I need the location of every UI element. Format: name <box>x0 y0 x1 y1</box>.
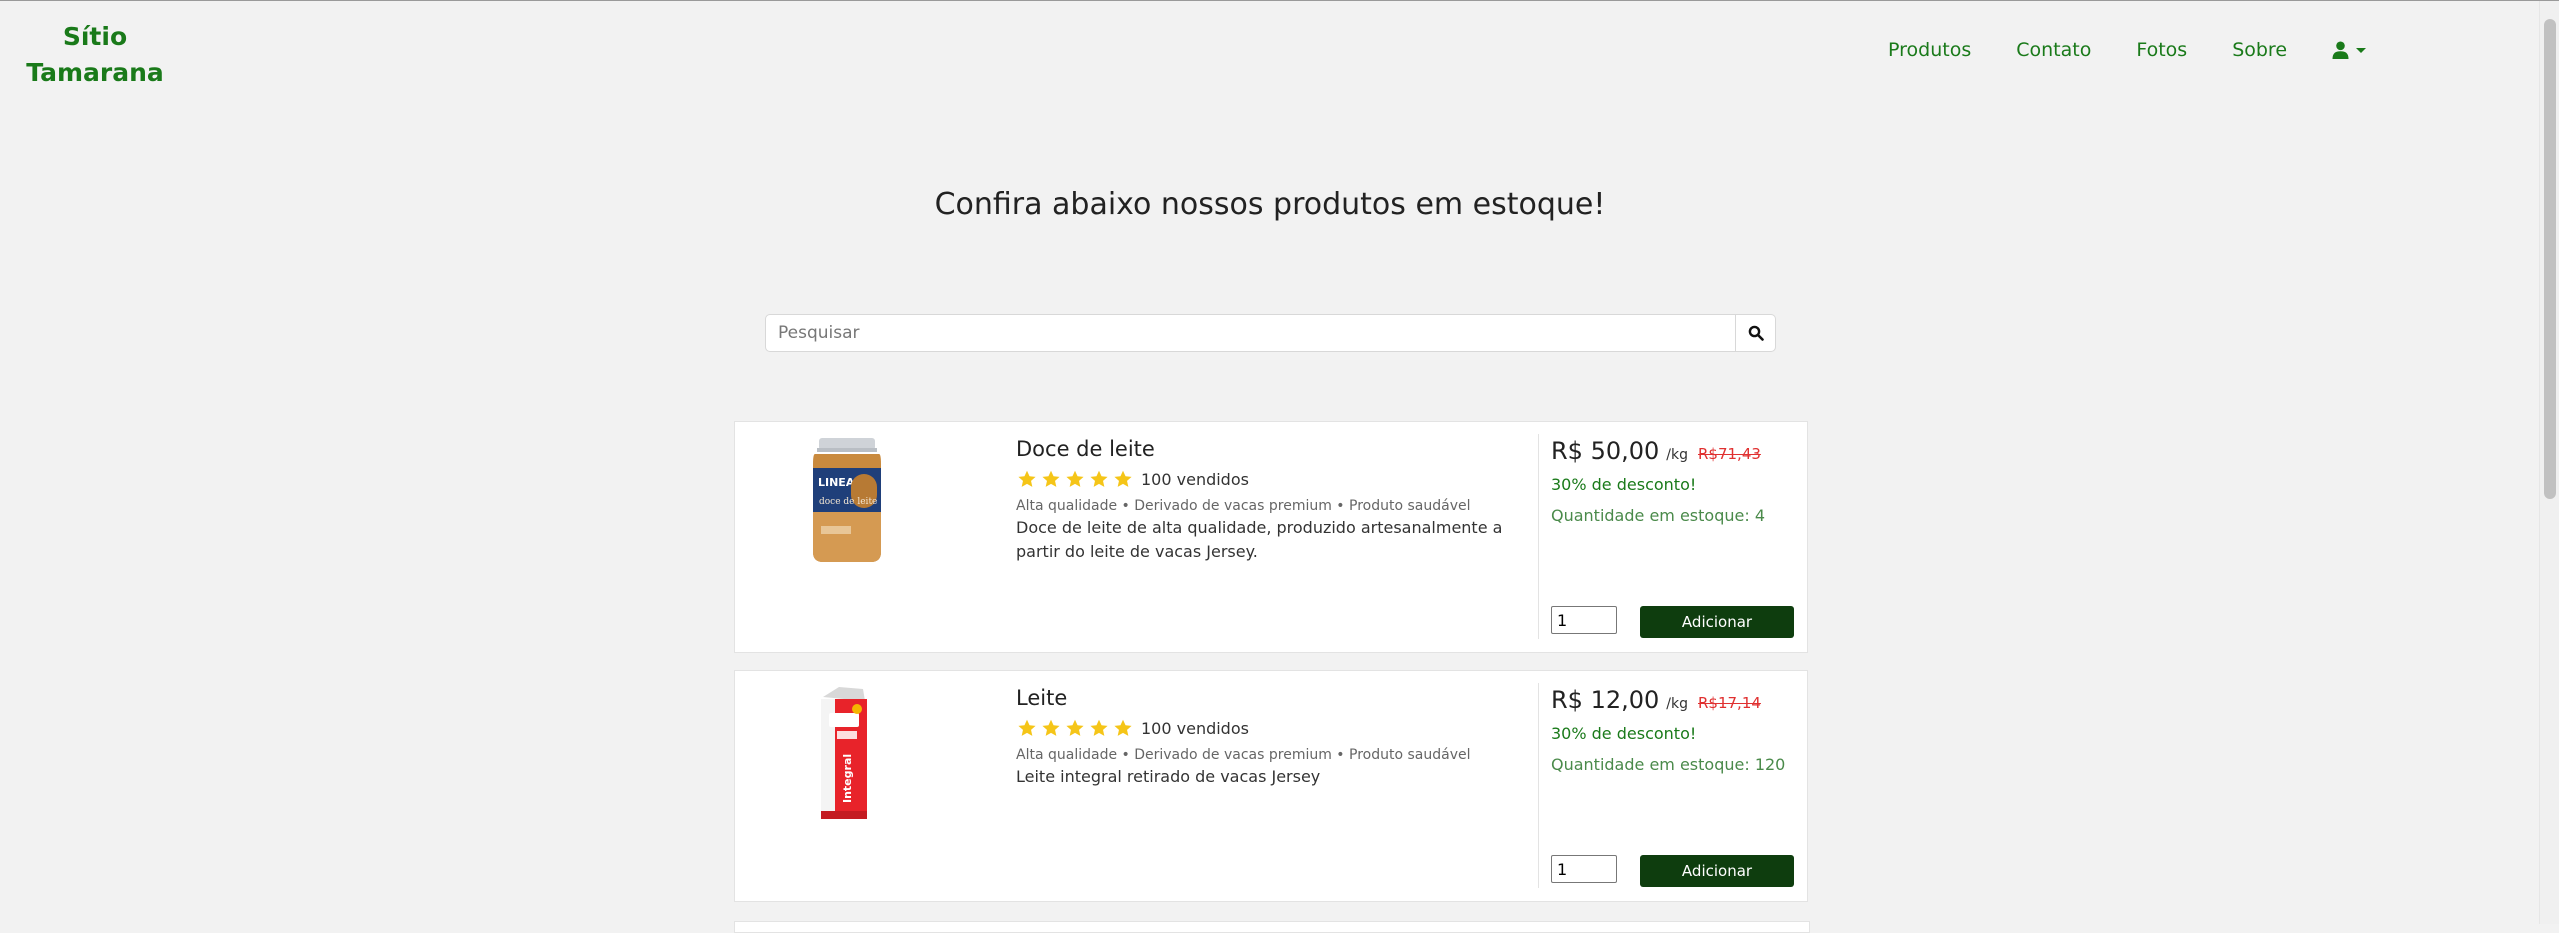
stock-label: Quantidade em estoque: 120 <box>1551 755 1786 774</box>
sold-count: 100 vendidos <box>1141 470 1249 489</box>
star-icon <box>1018 719 1036 736</box>
product-rating: 100 vendidos <box>1016 469 1526 490</box>
nav-contato[interactable]: Contato <box>2016 39 2091 61</box>
add-to-cart-button[interactable]: Adicionar <box>1640 855 1794 887</box>
price-unit: /kg <box>1666 696 1688 712</box>
product-rating: 100 vendidos <box>1016 718 1526 739</box>
chevron-down-icon <box>2356 47 2367 53</box>
product-name[interactable]: Leite <box>1016 686 1526 710</box>
price-box: R$ 50,00 /kg R$71,43 30% de desconto! Qu… <box>1551 437 1796 525</box>
star-icon <box>1042 470 1060 487</box>
price-box: R$ 12,00 /kg R$17,14 30% de desconto! Qu… <box>1551 686 1796 774</box>
add-to-cart-button[interactable]: Adicionar <box>1640 606 1794 638</box>
star-icon <box>1018 470 1036 487</box>
product-card-leite: Integral Leite 100 vendidos Alta qualida… <box>734 670 1808 902</box>
product-tags: Alta qualidade • Derivado de vacas premi… <box>1016 747 1471 763</box>
search-icon <box>1748 325 1764 341</box>
main-nav: Produtos Contato Fotos Sobre <box>1888 39 2367 61</box>
quantity-input[interactable] <box>1551 855 1617 883</box>
svg-text:doce de leite: doce de leite <box>819 497 877 507</box>
user-menu-toggle[interactable] <box>2332 41 2367 59</box>
star-icon <box>1042 719 1060 736</box>
product-info: Doce de leite 100 vendidos Alta qualidad… <box>1016 437 1526 564</box>
user-icon <box>2332 41 2349 59</box>
nav-fotos[interactable]: Fotos <box>2136 39 2187 61</box>
star-icon <box>1090 470 1108 487</box>
old-price: R$17,14 <box>1698 694 1761 712</box>
product-description: Doce de leite de alta qualidade, produzi… <box>1016 518 1503 561</box>
star-icon <box>1066 719 1084 736</box>
search-input[interactable] <box>765 314 1736 352</box>
product-description: Leite integral retirado de vacas Jersey <box>1016 767 1321 786</box>
star-icon <box>1114 470 1132 487</box>
quantity-input[interactable] <box>1551 606 1617 634</box>
nav-produtos[interactable]: Produtos <box>1888 39 1971 61</box>
sold-count: 100 vendidos <box>1141 719 1249 738</box>
brand-line-2: Tamarana <box>26 58 164 87</box>
product-name[interactable]: Doce de leite <box>1016 437 1526 461</box>
brand-logo[interactable]: Sítio Tamarana <box>20 19 170 91</box>
page-title: Confira abaixo nossos produtos em estoqu… <box>934 187 1606 222</box>
product-info: Leite 100 vendidos Alta qualidade • Deri… <box>1016 686 1526 789</box>
search-button[interactable] <box>1736 314 1776 352</box>
product-card-doce-de-leite: LINEA doce de leite Doce de leite 100 ve… <box>734 421 1808 653</box>
star-icon <box>1066 470 1084 487</box>
product-price: R$ 50,00 <box>1551 437 1660 465</box>
old-price: R$71,43 <box>1698 445 1761 463</box>
svg-text:Integral: Integral <box>841 754 854 803</box>
product-tags: Alta qualidade • Derivado de vacas premi… <box>1016 498 1471 514</box>
nav-sobre[interactable]: Sobre <box>2232 39 2287 61</box>
product-price: R$ 12,00 <box>1551 686 1660 714</box>
star-icon <box>1090 719 1108 736</box>
stock-label: Quantidade em estoque: 4 <box>1551 506 1765 525</box>
page-scrollbar[interactable] <box>2539 1 2559 924</box>
brand-line-1: Sítio <box>62 22 128 51</box>
search-bar <box>765 314 1776 352</box>
price-unit: /kg <box>1666 447 1688 463</box>
product-image-doce-de-leite: LINEA doce de leite <box>765 434 925 574</box>
discount-label: 30% de desconto! <box>1551 475 1697 494</box>
star-icon <box>1114 719 1132 736</box>
card-divider <box>1538 434 1539 639</box>
scrollbar-thumb[interactable] <box>2544 19 2556 499</box>
product-image-leite: Integral <box>765 683 925 823</box>
card-divider <box>1538 683 1539 888</box>
discount-label: 30% de desconto! <box>1551 724 1697 743</box>
svg-text:LINEA: LINEA <box>818 476 855 489</box>
